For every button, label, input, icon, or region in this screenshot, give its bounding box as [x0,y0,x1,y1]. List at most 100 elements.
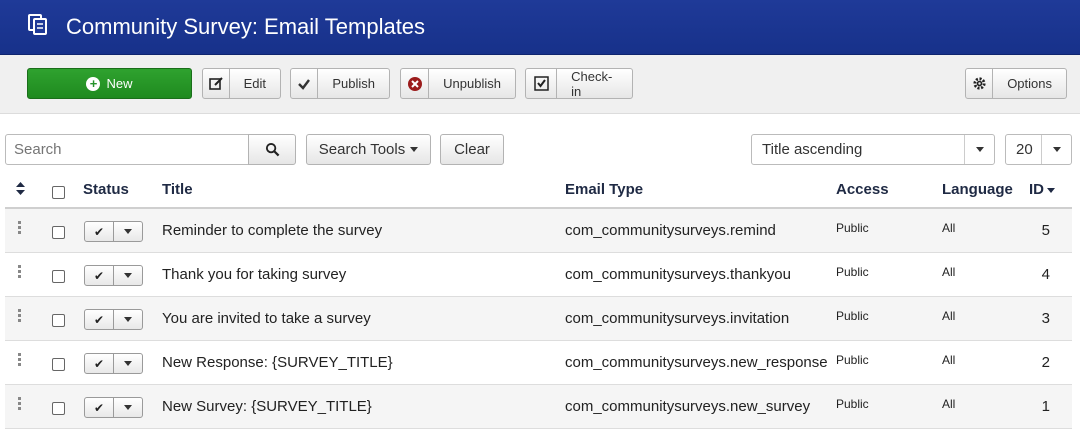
drag-handle-icon[interactable] [18,353,24,367]
column-header-access[interactable]: Access [836,181,889,198]
checkin-button[interactable]: Check-in [525,68,633,99]
row-access: Public [836,353,869,367]
row-access: Public [836,221,869,235]
publish-button-label: Publish [332,76,375,91]
table-body: ✔ Reminder to complete the survey com_co… [5,209,1072,429]
row-email-type: com_communitysurveys.new_response [565,354,828,371]
caret-down-icon [124,317,132,322]
edit-icon [203,69,230,98]
dropdown-toggle[interactable] [1041,135,1071,164]
sort-desc-icon [1047,187,1055,193]
drag-handle-icon[interactable] [18,221,24,235]
row-checkbox[interactable] [52,314,65,327]
row-id: 3 [1041,310,1050,327]
published-check-icon[interactable]: ✔ [85,398,114,417]
checkin-button-label: Check-in [571,68,613,99]
drag-handle-icon[interactable] [18,309,24,323]
table-header: Status Title Email Type Access Language … [5,172,1072,209]
search-button[interactable] [248,134,296,165]
row-id: 5 [1041,222,1050,239]
column-header-email-type[interactable]: Email Type [565,181,643,198]
caret-down-icon [1052,147,1061,152]
search-tools-button[interactable]: Search Tools [306,134,431,165]
unpublish-icon [401,69,430,98]
status-toggle[interactable]: ✔ [84,309,143,330]
dropdown-toggle[interactable] [964,135,994,164]
published-check-icon[interactable]: ✔ [85,354,114,373]
table-row: ✔ Reminder to complete the survey com_co… [5,209,1072,253]
drag-handle-icon[interactable] [18,265,24,279]
filter-bar: Search Tools Clear Title ascending 20 [0,134,1080,166]
page-title: Community Survey: Email Templates [66,14,426,39]
row-email-type: com_communitysurveys.remind [565,222,776,239]
status-dropdown[interactable] [114,354,142,373]
table-row: ✔ New Response: {SURVEY_TITLE} com_commu… [5,341,1072,385]
edit-button-label: Edit [243,76,266,91]
status-dropdown[interactable] [114,266,142,285]
search-tools-label: Search Tools [318,141,406,158]
row-language: All [942,353,956,367]
row-title-link[interactable]: Reminder to complete the survey [162,222,382,239]
row-title-link[interactable]: New Response: {SURVEY_TITLE} [162,354,393,371]
status-toggle[interactable]: ✔ [84,397,143,418]
drag-handle-icon[interactable] [18,397,24,411]
sort-select[interactable]: Title ascending [751,134,995,165]
row-access: Public [836,265,869,279]
publish-button[interactable]: Publish [290,68,390,99]
row-email-type: com_communitysurveys.new_survey [565,398,811,415]
status-dropdown[interactable] [114,398,142,417]
plus-icon: + [86,76,101,91]
options-button[interactable]: Options [965,68,1067,99]
edit-button[interactable]: Edit [202,68,281,99]
unpublish-button[interactable]: Unpublish [400,68,516,99]
limit-select-value: 20 [1016,141,1033,158]
caret-down-icon [124,273,132,278]
column-header-status[interactable]: Status [83,181,129,198]
sort-select-value: Title ascending [762,141,863,158]
row-id: 2 [1041,354,1050,371]
select-all-checkbox[interactable] [52,186,65,199]
column-header-id[interactable]: ID [1029,181,1055,198]
row-title-link[interactable]: New Survey: {SURVEY_TITLE} [162,398,372,415]
table-row: ✔ New Survey: {SURVEY_TITLE} com_communi… [5,385,1072,429]
row-access: Public [836,397,869,411]
column-header-title[interactable]: Title [162,181,193,198]
row-checkbox[interactable] [52,226,65,239]
table-row: ✔ You are invited to take a survey com_c… [5,297,1072,341]
status-dropdown[interactable] [114,310,142,329]
sort-ordering-icon[interactable] [16,182,25,195]
status-toggle[interactable]: ✔ [84,265,143,286]
options-button-label: Options [1007,76,1052,91]
table-row: ✔ Thank you for taking survey com_commun… [5,253,1072,297]
row-email-type: com_communitysurveys.invitation [565,310,790,327]
limit-select[interactable]: 20 [1005,134,1072,165]
status-toggle[interactable]: ✔ [84,353,143,374]
row-access: Public [836,309,869,323]
status-dropdown[interactable] [114,222,142,241]
row-title-link[interactable]: Thank you for taking survey [162,266,346,283]
status-toggle[interactable]: ✔ [84,221,143,242]
published-check-icon[interactable]: ✔ [85,310,114,329]
column-header-id-label: ID [1029,181,1044,198]
caret-down-icon [975,147,984,152]
column-header-language[interactable]: Language [942,181,1013,198]
row-checkbox[interactable] [52,358,65,371]
row-email-type: com_communitysurveys.thankyou [565,266,791,283]
row-id: 4 [1041,266,1050,283]
published-check-icon[interactable]: ✔ [85,222,114,241]
caret-down-icon [124,361,132,366]
row-title-link[interactable]: You are invited to take a survey [162,310,371,327]
caret-down-icon [124,229,132,234]
caret-down-icon [410,147,419,152]
check-icon [291,69,319,98]
search-input[interactable] [5,134,249,165]
clear-button[interactable]: Clear [440,134,504,165]
row-checkbox[interactable] [52,402,65,415]
new-button[interactable]: + New [27,68,192,99]
published-check-icon[interactable]: ✔ [85,266,114,285]
row-checkbox[interactable] [52,270,65,283]
clear-button-label: Clear [454,141,490,158]
copy-icon [28,14,47,35]
row-language: All [942,397,956,411]
new-button-label: New [106,76,133,91]
